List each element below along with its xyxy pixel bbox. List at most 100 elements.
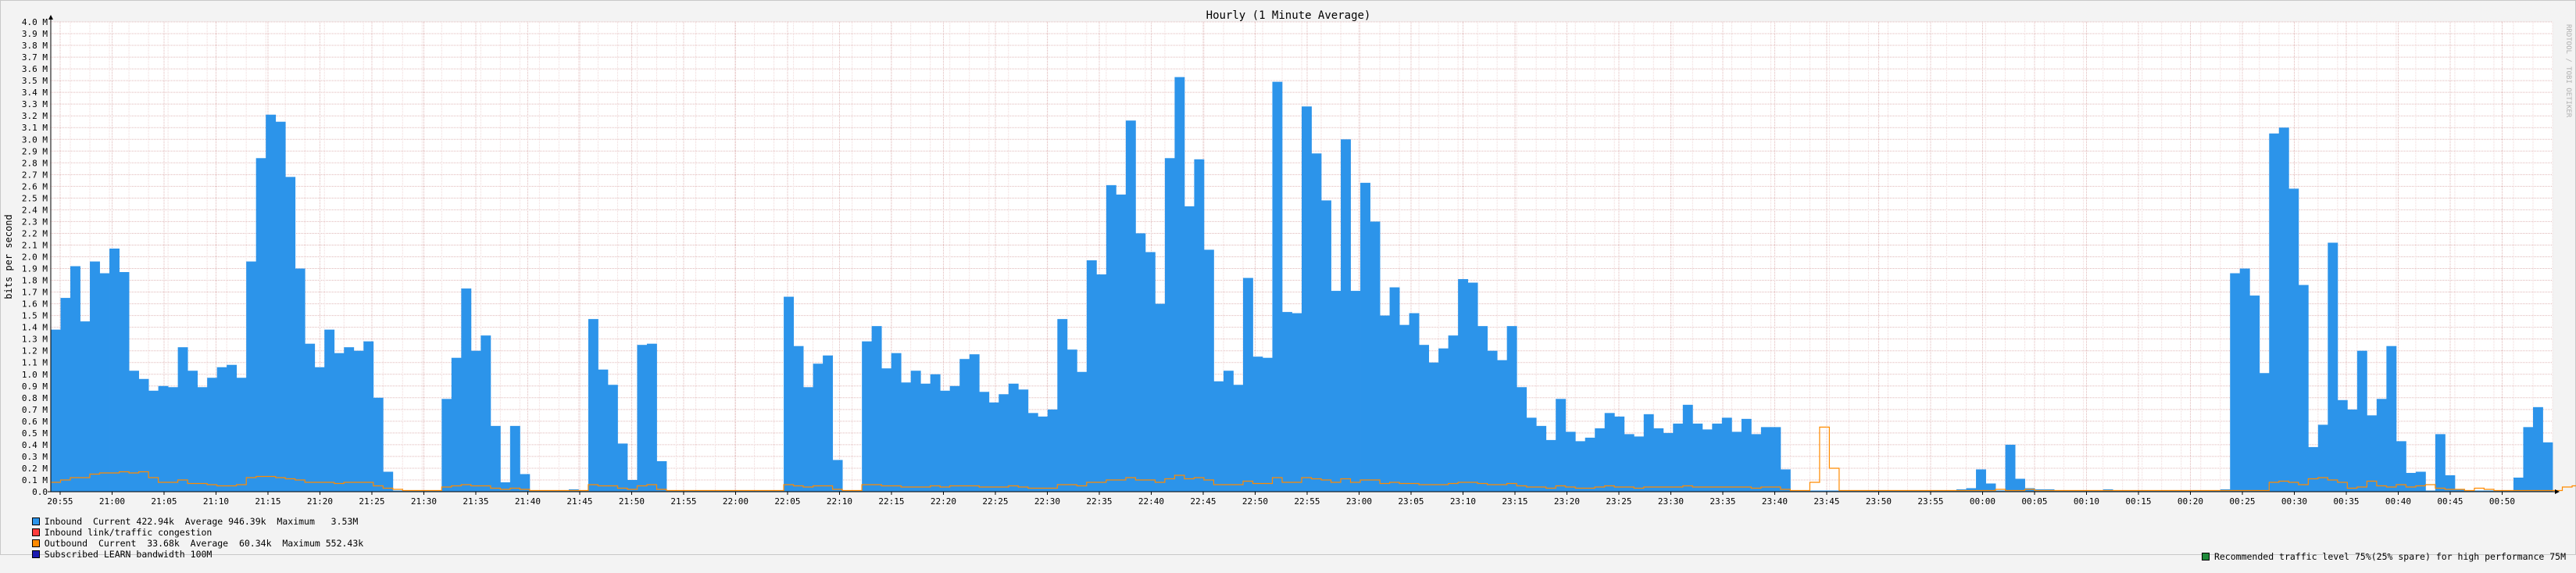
x-tick-label: 22:25 (982, 496, 1008, 507)
inbound-bar (637, 345, 648, 492)
inbound-bar (441, 399, 452, 492)
inbound-bar (109, 248, 120, 492)
y-tick-label: 3.5 M (22, 76, 48, 86)
x-tick-label: 23:35 (1710, 496, 1735, 507)
x-tick-label: 00:20 (2178, 496, 2203, 507)
inbound-bar (1380, 315, 1390, 492)
inbound-bar (1526, 417, 1537, 492)
x-tick-label: 22:40 (1138, 496, 1164, 507)
inbound-bar (1663, 432, 1674, 492)
inbound-bar (1770, 427, 1781, 492)
y-tick-label: 1.1 M (22, 358, 48, 368)
inbound-bar (148, 390, 159, 492)
inbound-bar (2278, 127, 2289, 492)
x-tick-label: 00:25 (2229, 496, 2255, 507)
y-tick-label: 3.4 M (22, 88, 48, 98)
inbound-bar (2406, 472, 2417, 492)
inbound-bar (1018, 389, 1029, 492)
inbound-bar (2328, 242, 2338, 492)
inbound-bar (1360, 182, 1370, 492)
x-tick-label: 22:10 (827, 496, 852, 507)
inbound-bar (1545, 439, 1556, 492)
y-tick-label: 0.5 M (22, 428, 48, 439)
inbound-bar (285, 177, 296, 492)
inbound-bar (51, 329, 61, 492)
inbound-bar (216, 367, 227, 492)
inbound-bar (188, 371, 198, 492)
y-tick-label: 0.8 M (22, 393, 48, 403)
y-tick-label: 0.6 M (22, 417, 48, 427)
y-axis-arrow (48, 15, 53, 20)
legend-recommended: Recommended traffic level 75%(25% spare)… (2180, 540, 2566, 573)
inbound-bar (1614, 416, 1625, 492)
inbound-bar (1174, 77, 1185, 492)
x-tick-label: 21:20 (307, 496, 333, 507)
inbound-bar (784, 296, 794, 492)
inbound-bar (1272, 81, 1283, 492)
inbound-bar (1399, 324, 1409, 492)
inbound-bar (832, 460, 843, 492)
inbound-bar (1370, 221, 1381, 492)
x-tick-label: 22:15 (878, 496, 904, 507)
inbound-bar (2269, 133, 2280, 492)
inbound-bar (901, 382, 912, 492)
inbound-bar (1477, 326, 1488, 492)
inbound-bar (1252, 356, 1263, 492)
y-tick-label: 1.6 M (22, 299, 48, 310)
inbound-bar (1135, 233, 1146, 492)
inbound-bar (969, 354, 980, 492)
inbound-bar (129, 371, 139, 492)
inbound-bar (2298, 285, 2309, 492)
inbound-bar (2288, 188, 2299, 492)
inbound-bar (1145, 252, 1156, 492)
inbound-bar (1008, 383, 1019, 492)
recommended-swatch (2201, 553, 2210, 560)
y-tick-label: 3.2 M (22, 111, 48, 121)
y-tick-label: 1.0 M (22, 370, 48, 380)
y-axis-label: bits per second (3, 214, 14, 299)
inbound-bar (461, 288, 472, 492)
inbound-bar (813, 363, 824, 492)
inbound-bar (627, 479, 638, 492)
inbound-bar (227, 364, 238, 492)
y-tick-label: 1.4 M (22, 323, 48, 333)
y-tick-label: 3.9 M (22, 29, 48, 39)
inbound-bar (2415, 471, 2426, 492)
inbound-bar (1184, 206, 1195, 492)
inbound-bar (1331, 291, 1342, 492)
inbound-bar (2259, 373, 2270, 492)
inbound-bar (999, 394, 1009, 492)
x-tick-label: 22:55 (1294, 496, 1320, 507)
inbound-bar (1116, 194, 1127, 492)
inbound-bar (979, 392, 990, 492)
inbound-bar (1341, 139, 1351, 492)
legend-outbound: Outbound Current 33.68k Average 60.34k M… (10, 529, 363, 548)
inbound-bar (2005, 444, 2016, 492)
inbound-bar (1458, 279, 1469, 492)
inbound-bar (2542, 442, 2553, 492)
legend-recommended-text: Recommended traffic level 75%(25% spare)… (2213, 551, 2566, 562)
inbound-bar (1702, 429, 1713, 492)
inbound-bar (1389, 287, 1400, 492)
inbound-bar (871, 326, 882, 492)
inbound-bar (1692, 423, 1703, 492)
y-tick-label: 1.8 M (22, 276, 48, 286)
x-tick-label: 21:55 (670, 496, 696, 507)
inbound-bar (930, 374, 941, 492)
inbound-bar (910, 371, 921, 492)
inbound-bar (99, 273, 110, 492)
inbound-bar (138, 378, 149, 492)
inbound-bar (598, 369, 609, 492)
x-tick-label: 00:30 (2281, 496, 2307, 507)
x-tick-label: 00:35 (2333, 496, 2359, 507)
inbound-bar (1409, 313, 1420, 492)
inbound-bar (1223, 371, 1234, 492)
y-tick-label: 3.8 M (22, 41, 48, 51)
inbound-bar (1066, 349, 1077, 492)
inbound-bar (2337, 399, 2348, 492)
inbound-bar (509, 425, 520, 492)
x-tick-label: 21:05 (151, 496, 177, 507)
inbound-bar (344, 347, 355, 492)
inbound-bar (266, 114, 277, 492)
inbound-bar (1057, 319, 1068, 492)
